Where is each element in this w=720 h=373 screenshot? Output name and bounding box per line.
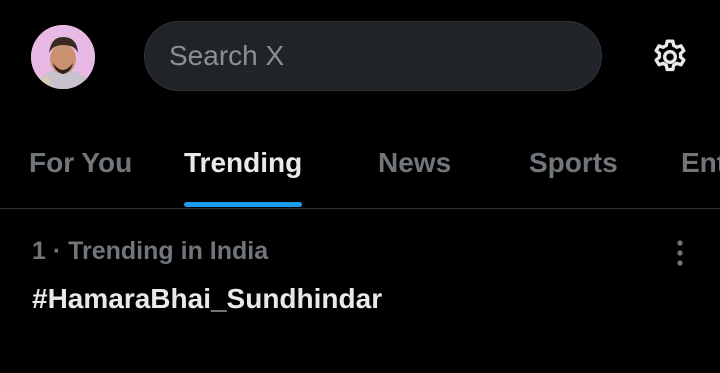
search-bar[interactable]	[144, 21, 602, 91]
search-input[interactable]	[145, 22, 601, 90]
tab-entertainment[interactable]: Ent	[681, 130, 720, 208]
tab-for-you[interactable]: For You	[29, 130, 132, 208]
top-bar	[0, 0, 720, 116]
avatar-image	[31, 25, 95, 89]
gear-icon	[654, 39, 686, 72]
settings-button[interactable]	[648, 35, 692, 79]
more-vertical-icon	[677, 240, 683, 266]
explore-page: For You Trending News Sports Ent 1 · Tre…	[0, 0, 720, 373]
tab-label: For You	[29, 147, 133, 178]
tab-trending[interactable]: Trending	[184, 130, 303, 208]
tab-label: Sports	[529, 147, 618, 178]
tab-label: Trending	[184, 147, 303, 178]
trend-item[interactable]: 1 · Trending in India #HamaraBhai_Sundhi…	[0, 209, 720, 373]
tab-sports[interactable]: Sports	[529, 130, 618, 208]
trend-meta: 1 · Trending in India	[32, 237, 269, 265]
tab-news[interactable]: News	[378, 130, 451, 208]
tab-label: Ent	[681, 147, 720, 178]
explore-tabs: For You Trending News Sports Ent	[0, 130, 720, 208]
avatar[interactable]	[31, 25, 95, 89]
trend-title: #HamaraBhai_Sundhindar	[32, 283, 383, 314]
more-options-button[interactable]	[664, 237, 696, 269]
active-tab-indicator	[184, 202, 303, 207]
tab-label: News	[378, 147, 452, 178]
